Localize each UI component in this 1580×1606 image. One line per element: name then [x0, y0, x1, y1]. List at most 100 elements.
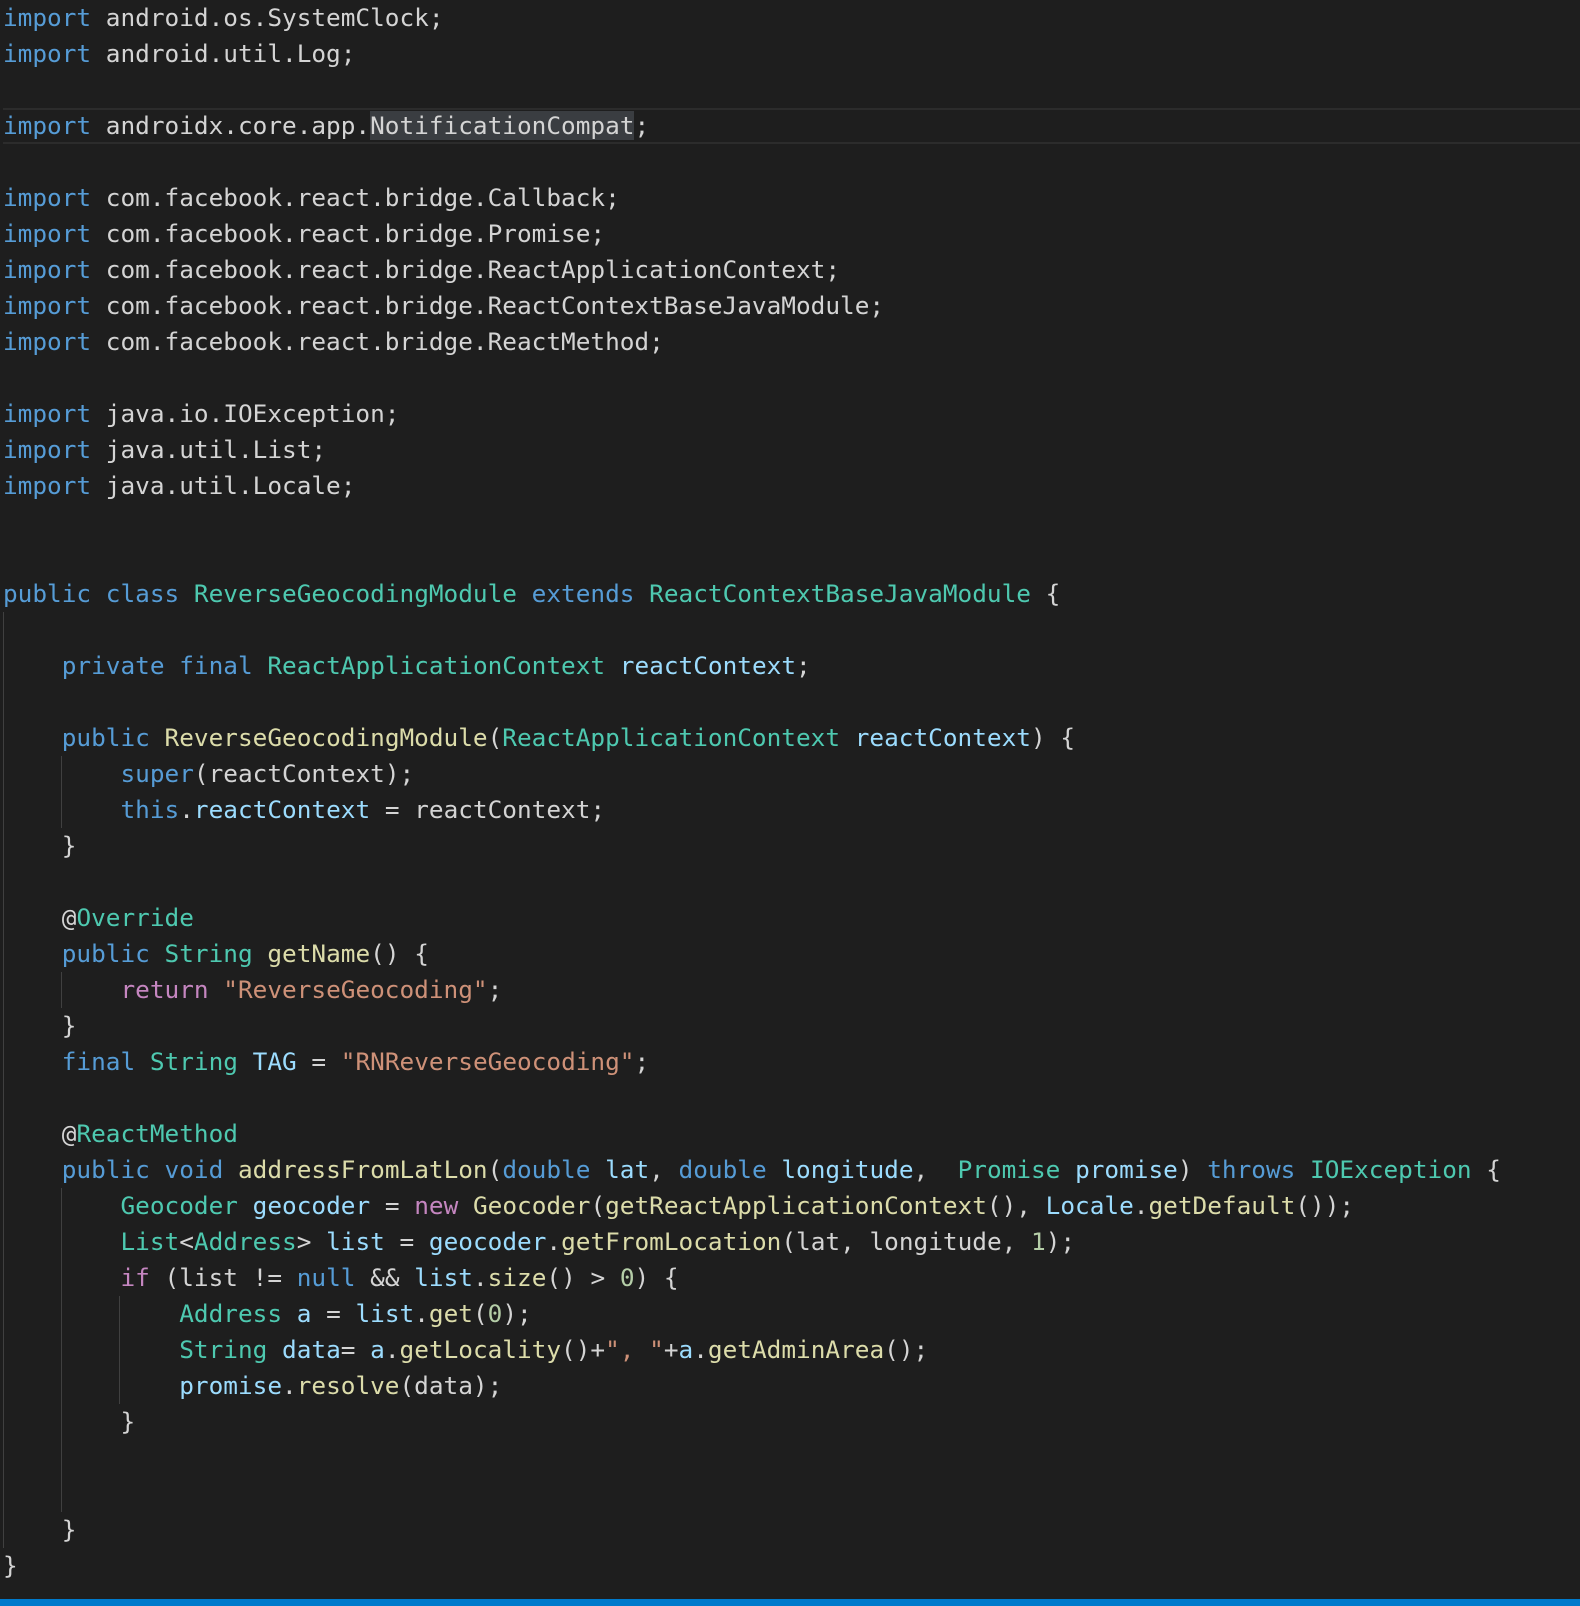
keyword-token: final: [61, 1047, 136, 1076]
code-line[interactable]: @Override: [3, 900, 1580, 936]
string-token: "ReverseGeocoding": [223, 975, 488, 1004]
code-content[interactable]: import android.os.SystemClock; import and…: [3, 0, 1580, 1584]
code-line[interactable]: import android.util.Log;: [3, 36, 1580, 72]
code-line[interactable]: import java.util.Locale;: [3, 468, 1580, 504]
number-token: 0: [619, 1263, 635, 1292]
type-token: String: [149, 1047, 238, 1076]
code-line[interactable]: }: [3, 1008, 1580, 1044]
code-line[interactable]: [3, 540, 1580, 576]
code-line[interactable]: this.reactContext = reactContext;: [3, 792, 1580, 828]
code-line[interactable]: [3, 1080, 1580, 1116]
code-line[interactable]: return "ReverseGeocoding";: [3, 972, 1580, 1008]
keyword-token: null: [296, 1263, 356, 1292]
code-editor[interactable]: import android.os.SystemClock; import and…: [0, 0, 1580, 1598]
code-line[interactable]: import java.util.List;: [3, 432, 1580, 468]
code-line[interactable]: [3, 144, 1580, 180]
code-line[interactable]: public class ReverseGeocodingModule exte…: [3, 576, 1580, 612]
code-line[interactable]: [3, 504, 1580, 540]
code-line[interactable]: Geocoder geocoder = new Geocoder(getReac…: [3, 1188, 1580, 1224]
code-line[interactable]: promise.resolve(data);: [3, 1368, 1580, 1404]
code-line[interactable]: private final ReactApplicationContext re…: [3, 648, 1580, 684]
variable-token: a: [370, 1335, 385, 1364]
keyword-token: import: [3, 39, 92, 68]
code-line[interactable]: }: [3, 1404, 1580, 1440]
keyword-token: import: [3, 291, 92, 320]
code-line[interactable]: public String getName() {: [3, 936, 1580, 972]
code-text: }: [3, 831, 77, 860]
code-line[interactable]: import com.facebook.react.bridge.Callbac…: [3, 180, 1580, 216]
code-line[interactable]: }: [3, 1512, 1580, 1548]
code-line[interactable]: import com.facebook.react.bridge.ReactMe…: [3, 324, 1580, 360]
code-line[interactable]: super(reactContext);: [3, 756, 1580, 792]
code-line[interactable]: if (list != null && list.size() > 0) {: [3, 1260, 1580, 1296]
keyword-token: super: [120, 759, 194, 788]
code-text: .: [414, 1299, 429, 1328]
code-text: com.facebook.react.bridge.ReactApplicati…: [91, 255, 841, 284]
code-text: {: [1030, 579, 1061, 608]
function-token: addressFromLatLon: [237, 1155, 488, 1184]
code-line[interactable]: public void addressFromLatLon(double lat…: [3, 1152, 1580, 1188]
keyword-token: import: [3, 435, 92, 464]
function-token: getReactApplicationContext: [605, 1191, 987, 1220]
keyword-token: public: [61, 723, 150, 752]
code-line[interactable]: @ReactMethod: [3, 1116, 1580, 1152]
code-text: +: [663, 1335, 679, 1364]
code-line[interactable]: }: [3, 1548, 1580, 1584]
code-text: ) {: [1030, 723, 1076, 752]
code-line[interactable]: final String TAG = "RNReverseGeocoding";: [3, 1044, 1580, 1080]
code-text: ;: [796, 651, 811, 680]
code-line[interactable]: [3, 72, 1580, 108]
code-line[interactable]: import java.io.IOException;: [3, 396, 1580, 432]
code-text: .: [179, 795, 194, 824]
variable-token: Locale: [1045, 1191, 1134, 1220]
code-text: {: [1471, 1155, 1501, 1184]
type-token: Address: [179, 1299, 283, 1328]
code-line[interactable]: Address a = list.get(0);: [3, 1296, 1580, 1332]
code-line[interactable]: List<Address> list = geocoder.getFromLoc…: [3, 1224, 1580, 1260]
code-line[interactable]: }: [3, 828, 1580, 864]
code-text: .: [693, 1335, 708, 1364]
variable-token: TAG: [252, 1047, 297, 1076]
control-keyword-token: return: [120, 975, 209, 1004]
code-line[interactable]: [3, 1476, 1580, 1512]
code-text: () >: [546, 1263, 620, 1292]
code-text: ,: [649, 1155, 679, 1184]
code-line[interactable]: public ReverseGeocodingModule(ReactAppli…: [3, 720, 1580, 756]
code-line[interactable]: import com.facebook.react.bridge.ReactCo…: [3, 288, 1580, 324]
keyword-token: double: [678, 1155, 767, 1184]
code-line[interactable]: [3, 360, 1580, 396]
code-line[interactable]: [3, 684, 1580, 720]
code-text: (list !=: [149, 1263, 297, 1292]
code-text: >: [296, 1227, 327, 1256]
code-text: =: [384, 1227, 429, 1256]
code-text: (: [472, 1299, 488, 1328]
variable-token: reactContext: [619, 651, 797, 680]
code-line[interactable]: import com.facebook.react.bridge.ReactAp…: [3, 252, 1580, 288]
code-line[interactable]: import androidx.core.app.NotificationCom…: [3, 108, 1580, 144]
code-line[interactable]: [3, 1440, 1580, 1476]
code-line[interactable]: [3, 864, 1580, 900]
code-text: com.facebook.react.bridge.ReactContextBa…: [91, 291, 885, 320]
code-line[interactable]: String data= a.getLocality()+", "+a.getA…: [3, 1332, 1580, 1368]
type-token: String: [164, 939, 253, 968]
type-token: ReactContextBaseJavaModule: [649, 579, 1031, 608]
code-line[interactable]: import com.facebook.react.bridge.Promise…: [3, 216, 1580, 252]
code-line[interactable]: [3, 612, 1580, 648]
code-text: java.io.IOException;: [91, 399, 400, 428]
type-token: List: [120, 1227, 180, 1256]
code-text: (),: [986, 1191, 1046, 1220]
code-line[interactable]: import android.os.SystemClock;: [3, 0, 1580, 36]
code-text: .: [1133, 1191, 1149, 1220]
function-token: size: [487, 1263, 547, 1292]
number-token: 0: [487, 1299, 503, 1328]
